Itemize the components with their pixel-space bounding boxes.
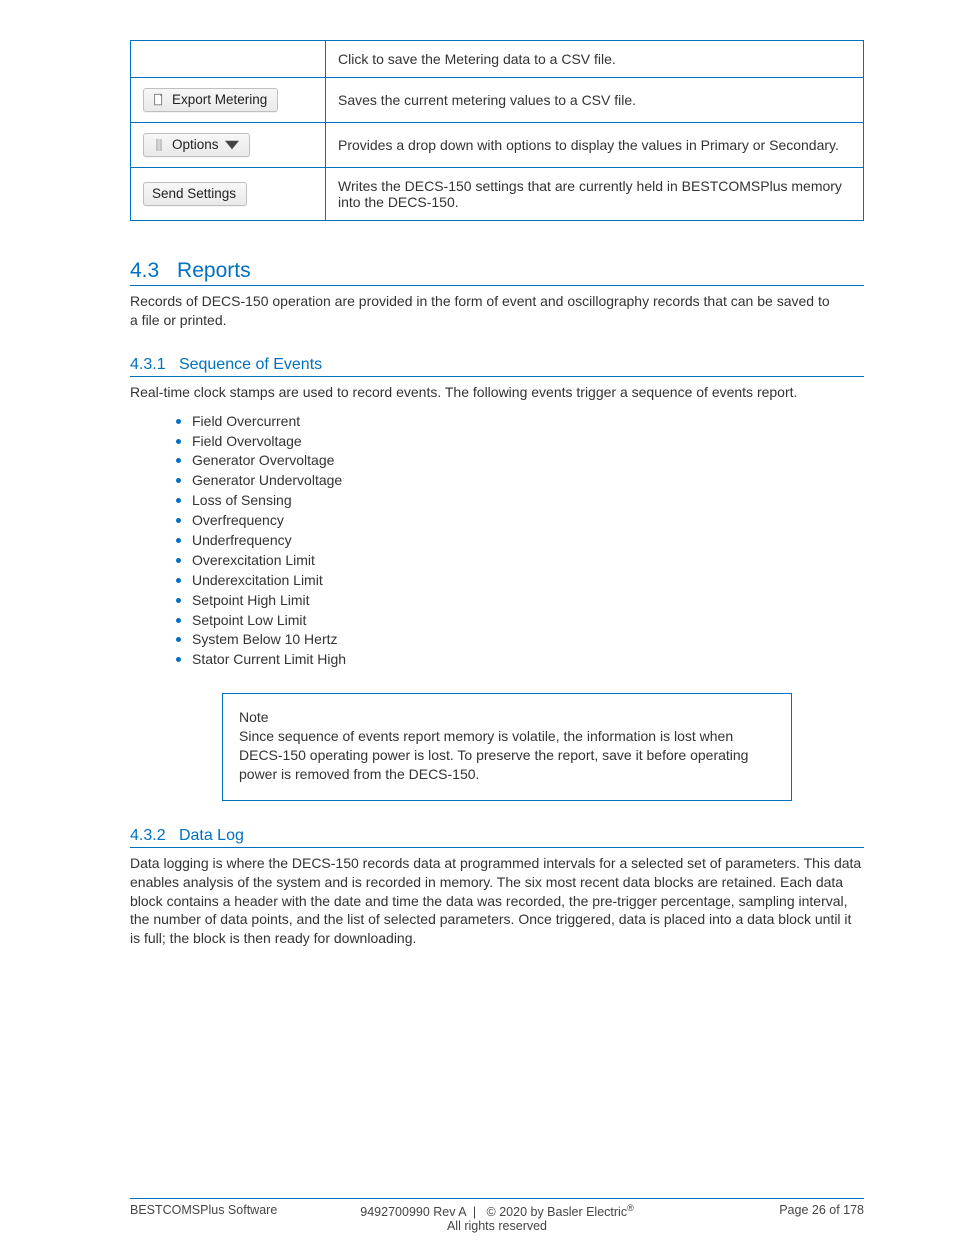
list-item: Underexcitation Limit bbox=[176, 571, 864, 590]
list-item: Loss of Sensing bbox=[176, 491, 864, 510]
send-settings-button[interactable]: Send Settings bbox=[143, 182, 247, 206]
options-label: Options bbox=[172, 137, 219, 152]
button-cell-export: Export Metering bbox=[131, 78, 326, 123]
subsection-title: Sequence of Events bbox=[179, 356, 322, 373]
send-settings-label: Send Settings bbox=[152, 186, 236, 201]
button-cell-options: Options bbox=[131, 123, 326, 168]
footer-rights: All rights reserved bbox=[130, 1219, 864, 1233]
subsection-intro: Data logging is where the DECS-150 recor… bbox=[130, 854, 864, 948]
section-number: 4.3 bbox=[130, 259, 159, 282]
desc-cell: Click to save the Metering data to a CSV… bbox=[326, 41, 864, 78]
subsection-number: 4.3.1 bbox=[130, 356, 166, 373]
list-item: Underfrequency bbox=[176, 531, 864, 550]
table-row: Click to save the Metering data to a CSV… bbox=[131, 41, 864, 78]
subsection-intro: Real-time clock stamps are used to recor… bbox=[130, 383, 864, 402]
desc-cell: Writes the DECS-150 settings that are cu… bbox=[326, 168, 864, 221]
button-cell-blank bbox=[131, 41, 326, 78]
table-row: Export Metering Saves the current meteri… bbox=[131, 78, 864, 123]
note-box: Note Since sequence of events report mem… bbox=[222, 693, 792, 801]
list-item: Setpoint Low Limit bbox=[176, 611, 864, 630]
list-item: Generator Undervoltage bbox=[176, 471, 864, 490]
subsection-title: Data Log bbox=[179, 827, 244, 844]
grip-icon bbox=[152, 138, 166, 152]
button-cell-send: Send Settings bbox=[131, 168, 326, 221]
list-item: Overexcitation Limit bbox=[176, 551, 864, 570]
list-item: Field Overcurrent bbox=[176, 412, 864, 431]
section-heading-reports: 4.3 Reports bbox=[130, 259, 864, 286]
chevron-down-icon bbox=[225, 138, 239, 152]
note-label: Note bbox=[239, 708, 775, 727]
section-intro: Records of DECS-150 operation are provid… bbox=[130, 292, 830, 330]
list-item: Generator Overvoltage bbox=[176, 451, 864, 470]
export-metering-button[interactable]: Export Metering bbox=[143, 88, 278, 112]
list-item: Field Overvoltage bbox=[176, 432, 864, 451]
buttons-table: Click to save the Metering data to a CSV… bbox=[130, 40, 864, 221]
note-body: Since sequence of events report memory i… bbox=[239, 728, 748, 782]
footer-left: BESTCOMSPlus Software bbox=[130, 1203, 277, 1217]
subsection-number: 4.3.2 bbox=[130, 827, 166, 844]
footer-page-number: Page 26 of 178 bbox=[779, 1203, 864, 1217]
event-list: Field Overcurrent Field Overvoltage Gene… bbox=[176, 412, 864, 670]
section-title: Reports bbox=[177, 259, 251, 282]
export-metering-label: Export Metering bbox=[172, 92, 267, 107]
options-button[interactable]: Options bbox=[143, 133, 250, 157]
list-item: Setpoint High Limit bbox=[176, 591, 864, 610]
document-icon bbox=[152, 93, 166, 107]
subsection-heading-datalog: 4.3.2 Data Log bbox=[130, 827, 864, 848]
table-row: Send Settings Writes the DECS-150 settin… bbox=[131, 168, 864, 221]
table-row: Options Provides a drop down with option… bbox=[131, 123, 864, 168]
list-item: System Below 10 Hertz bbox=[176, 630, 864, 649]
subsection-heading-soe: 4.3.1 Sequence of Events bbox=[130, 356, 864, 377]
registered-icon: ® bbox=[627, 1203, 634, 1213]
desc-cell: Provides a drop down with options to dis… bbox=[326, 123, 864, 168]
page-footer: BESTCOMSPlus Software 9492700990 Rev A |… bbox=[130, 1198, 864, 1233]
list-item: Overfrequency bbox=[176, 511, 864, 530]
desc-cell: Saves the current metering values to a C… bbox=[326, 78, 864, 123]
list-item: Stator Current Limit High bbox=[176, 650, 864, 669]
